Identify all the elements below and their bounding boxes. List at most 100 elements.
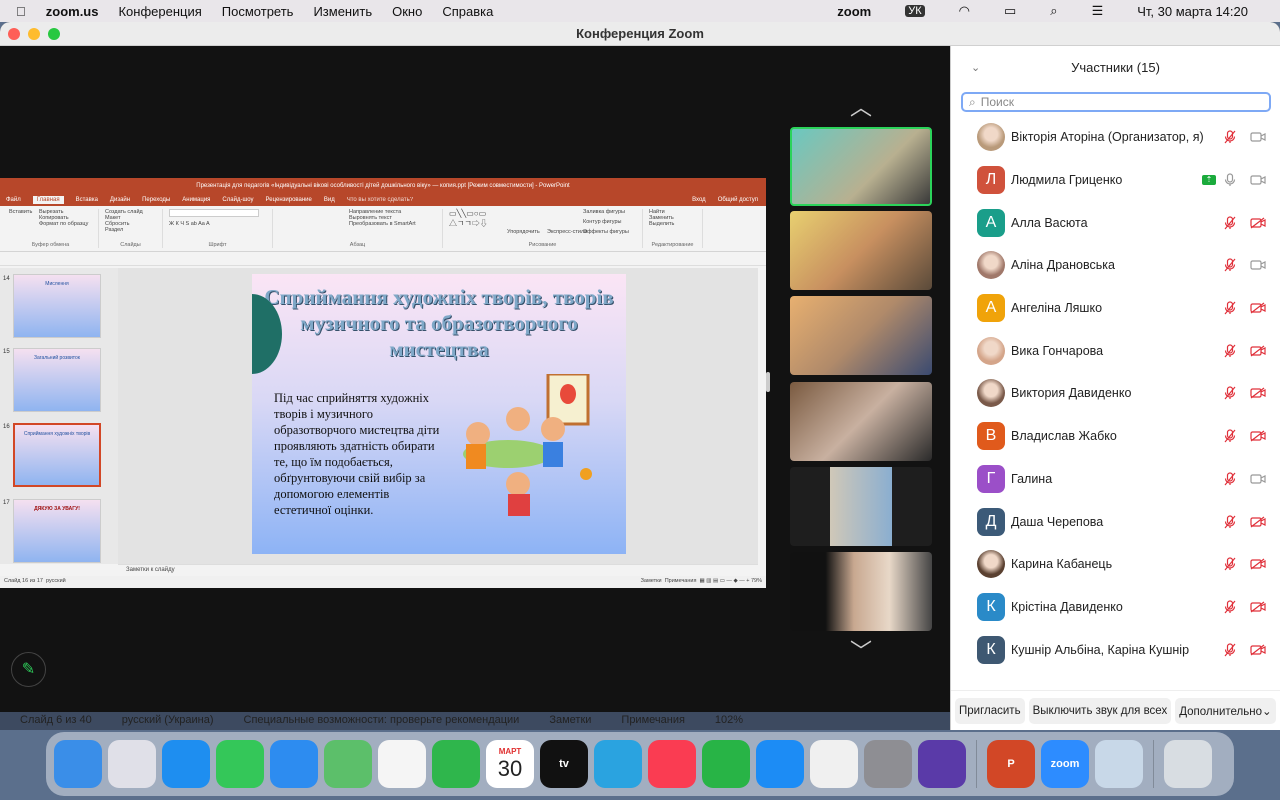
- dock-trash-icon[interactable]: [1164, 740, 1212, 788]
- menu-edit[interactable]: Изменить: [313, 4, 372, 19]
- participant-row[interactable]: А Ангеліна Ляшко: [951, 287, 1280, 330]
- participant-row[interactable]: В Владислав Жабко: [951, 415, 1280, 458]
- dock-safari-icon[interactable]: [162, 740, 210, 788]
- video-tile[interactable]: [790, 382, 932, 461]
- datetime[interactable]: Чт, 30 марта 14:20: [1137, 4, 1248, 19]
- dock-launchpad-icon[interactable]: [108, 740, 156, 788]
- search-icon[interactable]: ⌕: [1050, 3, 1057, 19]
- mic-muted-icon[interactable]: [1222, 514, 1238, 529]
- scroll-down-chevron[interactable]: ﹀: [846, 634, 876, 666]
- dock-photos-icon[interactable]: [378, 740, 426, 788]
- dock-maps-icon[interactable]: [324, 740, 372, 788]
- zoom-level[interactable]: 79%: [751, 578, 762, 584]
- minimize-button[interactable]: [28, 28, 40, 40]
- video-tile[interactable]: [790, 296, 932, 375]
- mic-muted-icon[interactable]: [1222, 642, 1238, 657]
- slide-thumb[interactable]: Загальний розвиток: [13, 348, 101, 412]
- arrange-button[interactable]: Упорядочить: [507, 229, 540, 235]
- mic-muted-icon[interactable]: [1222, 301, 1238, 315]
- mic-muted-icon[interactable]: [1222, 600, 1238, 614]
- dock-chrome-icon[interactable]: [810, 740, 858, 788]
- ppt-tab[interactable]: Файл: [6, 197, 21, 203]
- participant-row[interactable]: Вікторія Аторіна (Организатор, я): [951, 116, 1280, 159]
- more-button[interactable]: Дополнительно⌄: [1175, 697, 1276, 724]
- camera-off-icon[interactable]: [1250, 515, 1266, 529]
- dock-preview-icon[interactable]: [1095, 740, 1143, 788]
- wifi-icon[interactable]: ◠: [959, 3, 970, 19]
- invite-button[interactable]: Пригласить: [955, 697, 1025, 724]
- select-button[interactable]: Выделить: [649, 221, 696, 227]
- video-tile-active-speaker[interactable]: [790, 127, 932, 206]
- ppt-tab[interactable]: Вставка: [76, 197, 98, 203]
- camera-off-icon[interactable]: [1250, 429, 1266, 443]
- ppt-tab[interactable]: Рецензирование: [266, 197, 312, 203]
- apple-icon[interactable]: : [16, 4, 26, 19]
- dock-powerpoint-icon[interactable]: P: [987, 740, 1035, 788]
- video-tile[interactable]: [790, 467, 932, 546]
- dock-mail-icon[interactable]: [270, 740, 318, 788]
- menu-app[interactable]: zoom.us: [46, 4, 99, 19]
- mic-icon[interactable]: [1222, 173, 1238, 187]
- slide-thumb[interactable]: Мислення: [13, 274, 101, 338]
- participant-row[interactable]: Г Галина: [951, 458, 1280, 501]
- participant-row[interactable]: А Алла Васюта: [951, 201, 1280, 244]
- input-source[interactable]: УК: [905, 5, 925, 17]
- video-tile[interactable]: [790, 211, 932, 290]
- dock-numbers-icon[interactable]: [702, 740, 750, 788]
- font-format-buttons[interactable]: Ж К Ч S ab Aa A: [169, 221, 266, 227]
- mic-muted-icon[interactable]: [1222, 258, 1238, 272]
- zoom-button[interactable]: [48, 28, 60, 40]
- ppt-tab[interactable]: Анимация: [182, 197, 210, 203]
- ppt-signin[interactable]: Вход: [692, 197, 706, 203]
- participant-row[interactable]: Карина Кабанець: [951, 543, 1280, 586]
- dock-tv-icon[interactable]: tv: [540, 740, 588, 788]
- participant-row[interactable]: К Крістіна Давиденко: [951, 586, 1280, 629]
- participant-row[interactable]: К Кушнір Альбіна, Каріна Кушнір: [951, 628, 1280, 671]
- menu-view[interactable]: Посмотреть: [222, 4, 294, 19]
- menu-conference[interactable]: Конференция: [118, 4, 201, 19]
- mic-muted-icon[interactable]: [1222, 472, 1238, 486]
- camera-off-icon[interactable]: [1250, 643, 1266, 657]
- mic-muted-icon[interactable]: [1222, 386, 1238, 400]
- menu-window[interactable]: Окно: [392, 4, 422, 19]
- annotate-pencil-icon[interactable]: ✎: [11, 652, 46, 687]
- control-center-icon[interactable]: ☰: [1092, 3, 1104, 19]
- dock-facetime-icon[interactable]: [432, 740, 480, 788]
- dock-zoom-icon[interactable]: zoom: [1041, 740, 1089, 788]
- camera-icon[interactable]: [1250, 472, 1266, 486]
- participant-row[interactable]: Д Даша Черепова: [951, 500, 1280, 543]
- zoom-status-item[interactable]: zoom: [837, 4, 871, 19]
- section-button[interactable]: Раздел: [105, 227, 156, 233]
- camera-icon[interactable]: [1250, 130, 1266, 144]
- scroll-up-chevron[interactable]: ︿: [846, 90, 876, 122]
- menu-help[interactable]: Справка: [442, 4, 493, 19]
- shape-fill-button[interactable]: Заливка фигуры: [583, 209, 625, 215]
- quick-styles-button[interactable]: Экспресс-стили: [547, 229, 587, 235]
- camera-off-icon[interactable]: [1250, 301, 1266, 315]
- smartart-button[interactable]: Преобразовать в SmartArt: [349, 221, 436, 227]
- notes-pane[interactable]: Заметки к слайду: [118, 564, 758, 576]
- dock-app-store-icon[interactable]: [756, 740, 804, 788]
- shape-outline-button[interactable]: Контур фигуры: [583, 219, 621, 225]
- ppt-tab[interactable]: Дизайн: [110, 197, 130, 203]
- mic-muted-icon[interactable]: [1222, 216, 1238, 230]
- participant-search-input[interactable]: ⌕ Поиск: [961, 92, 1271, 112]
- dock-clock-icon[interactable]: [918, 740, 966, 788]
- slide-thumb[interactable]: ДЯКУЮ ЗА УВАГУ!: [13, 499, 101, 563]
- camera-off-icon[interactable]: [1250, 557, 1266, 571]
- notes-button[interactable]: Заметки: [641, 578, 662, 584]
- comments-button[interactable]: Примечания: [665, 578, 697, 584]
- ppt-tab[interactable]: Переходы: [142, 197, 170, 203]
- mic-muted-icon[interactable]: [1222, 429, 1238, 443]
- slide-thumb-selected[interactable]: Сприймання художніх творів: [13, 423, 101, 487]
- participant-row[interactable]: Вика Гончарова: [951, 329, 1280, 372]
- language[interactable]: русский: [46, 578, 66, 584]
- collapse-chevron-icon[interactable]: ⌄: [971, 61, 980, 74]
- mute-all-button[interactable]: Выключить звук для всех: [1028, 697, 1172, 724]
- mic-muted-icon[interactable]: [1222, 344, 1238, 358]
- ppt-tab[interactable]: Вид: [324, 197, 335, 203]
- dock-music-icon[interactable]: [648, 740, 696, 788]
- resize-handle[interactable]: [766, 372, 770, 392]
- mic-muted-icon[interactable]: [1222, 557, 1238, 571]
- participant-row[interactable]: Л Людмила Гриценко ⇡: [951, 159, 1280, 202]
